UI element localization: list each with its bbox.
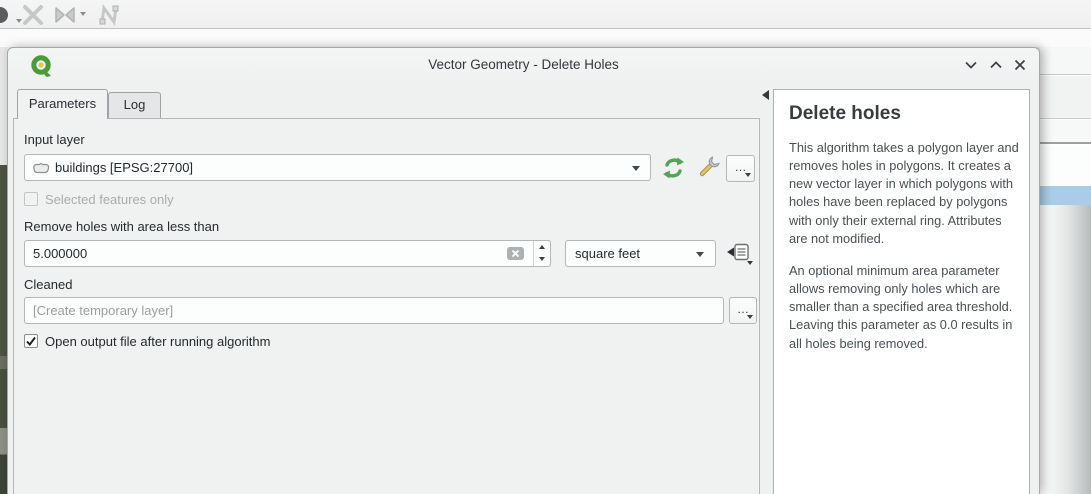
help-panel: Delete holes This algorithm takes a poly… [773, 89, 1030, 494]
delete-holes-dialog: Vector Geometry - Delete Holes Parameter… [7, 47, 1040, 494]
dialog-title: Vector Geometry - Delete Holes [8, 57, 1039, 72]
selected-features-checkbox [24, 192, 38, 206]
spin-down-button[interactable] [534, 253, 550, 265]
output-field[interactable]: [Create temporary layer] [24, 297, 724, 324]
background-window-row [1040, 47, 1091, 75]
screen: Vector Geometry - Delete Holes Parameter… [0, 0, 1091, 494]
background-window-row [1040, 120, 1091, 144]
input-layer-value: buildings [EPSG:27700] [55, 160, 193, 175]
min-area-label: Remove holes with area less than [24, 219, 219, 234]
open-output-checkbox[interactable] [24, 334, 38, 348]
help-paragraph: An optional minimum area parameter allow… [789, 262, 1021, 353]
output-browse-button[interactable]: … [729, 297, 757, 324]
background-window [1040, 47, 1091, 494]
chevron-down-icon [747, 315, 753, 319]
collapse-left-icon [762, 90, 769, 100]
tab-parameters[interactable]: Parameters [17, 89, 108, 119]
shade-icon[interactable] [961, 55, 981, 75]
background-strip [0, 29, 1091, 47]
browse-label: … [735, 160, 747, 174]
background-window-body [1040, 205, 1091, 494]
maximize-icon[interactable] [986, 55, 1006, 75]
units-combobox[interactable]: square feet [565, 240, 716, 267]
background-window-row [1040, 76, 1091, 119]
background-selected-row [1040, 186, 1091, 205]
close-icon[interactable] [1010, 55, 1030, 75]
tab-log[interactable]: Log [108, 92, 161, 118]
clear-value-icon[interactable] [507, 247, 524, 260]
edit-tool-partial-icon[interactable] [0, 3, 14, 27]
help-paragraph: This algorithm takes a polygon layer and… [789, 139, 1021, 248]
polygon-layer-icon [32, 162, 50, 178]
open-output-label: Open output file after running algorithm [45, 334, 270, 349]
units-value: square feet [575, 246, 640, 261]
chevron-down-icon [632, 166, 640, 171]
delete-vertex-icon[interactable] [21, 3, 45, 27]
min-area-spinbox[interactable]: 5.000000 [24, 240, 551, 267]
spin-up-button[interactable] [534, 241, 550, 253]
dropdown-arrow-icon[interactable] [80, 12, 86, 16]
map-canvas-edge [0, 165, 7, 494]
data-defined-override-button[interactable] [726, 241, 756, 266]
input-layer-label: Input layer [24, 132, 85, 147]
vertex-tool-icon[interactable] [52, 3, 78, 27]
chevron-down-icon [696, 252, 704, 257]
input-layer-combobox[interactable]: buildings [EPSG:27700] [24, 154, 651, 181]
help-title: Delete holes [789, 103, 1019, 125]
iterate-layer-button[interactable] [660, 155, 687, 181]
input-layer-browse-button[interactable]: … [726, 155, 755, 182]
output-label: Cleaned [24, 277, 72, 292]
min-area-value: 5.000000 [33, 246, 87, 261]
spinner [533, 241, 550, 266]
chevron-down-icon [745, 173, 751, 177]
background-window-row [1040, 146, 1091, 186]
background-toolbar [0, 0, 1091, 29]
parameters-pane: Input layer buildings [EPSG:27700] [13, 118, 760, 494]
browse-label: … [737, 302, 749, 316]
checkmark-icon [25, 335, 37, 347]
advanced-options-wrench-icon[interactable] [695, 155, 721, 181]
panel-collapse-handle[interactable] [760, 89, 770, 101]
dialog-titlebar[interactable]: Vector Geometry - Delete Holes [8, 48, 1039, 86]
selected-features-label: Selected features only [45, 192, 174, 207]
digitize-curve-icon[interactable] [96, 3, 122, 27]
output-placeholder: [Create temporary layer] [33, 303, 173, 318]
